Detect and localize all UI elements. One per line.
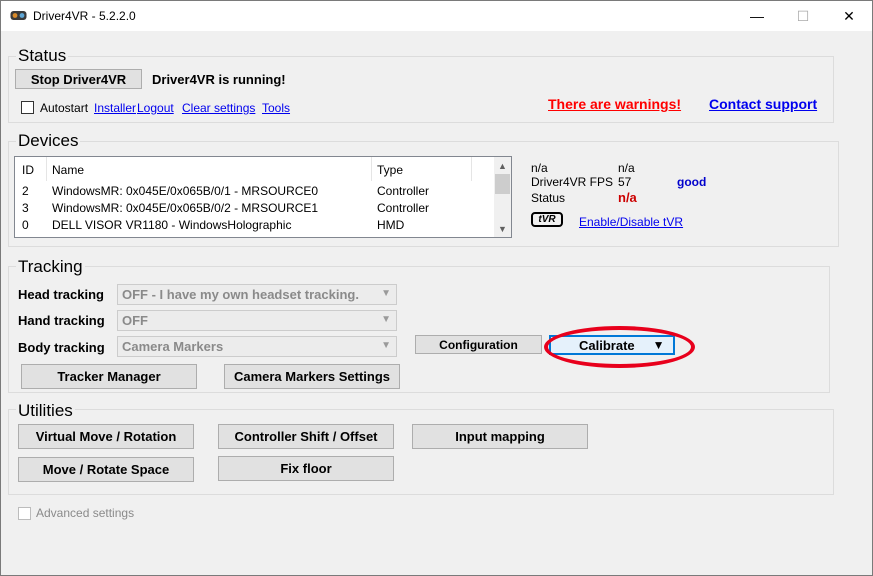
- autostart-label: Autostart: [40, 101, 89, 115]
- vr-headset-icon: [10, 11, 27, 20]
- body-tracking-select: Camera Markers ▼: [117, 336, 397, 357]
- device-name: DELL VISOR VR1180 - WindowsHolographic: [52, 218, 292, 232]
- enable-tvr-link[interactable]: Enable/Disable tVR: [579, 215, 683, 229]
- advanced-settings-label: Advanced settings: [36, 506, 135, 520]
- status-value: n/a: [618, 190, 637, 205]
- utilities-heading: Utilities: [16, 401, 75, 421]
- contact-support-link[interactable]: Contact support: [709, 96, 817, 112]
- tools-link[interactable]: Tools: [262, 101, 290, 115]
- scroll-thumb[interactable]: [495, 174, 510, 194]
- app-window: Driver4VR - 5.2.2.0 — ☐ ✕ Status Stop Dr…: [0, 0, 873, 576]
- running-status-text: Driver4VR is running!: [152, 72, 286, 87]
- input-mapping-button[interactable]: Input mapping: [412, 424, 588, 449]
- status-label: Status: [531, 191, 566, 205]
- scroll-up-icon[interactable]: ▲: [494, 157, 511, 174]
- body-tracking-value: Camera Markers: [122, 339, 224, 354]
- info-r1c1: n/a: [531, 161, 548, 175]
- calibrate-button[interactable]: Calibrate ▼: [549, 335, 675, 355]
- minimize-button[interactable]: —: [734, 1, 780, 31]
- device-id: 2: [22, 184, 29, 198]
- hand-tracking-value: OFF: [122, 313, 148, 328]
- fix-floor-button[interactable]: Fix floor: [218, 456, 394, 481]
- configuration-button[interactable]: Configuration: [415, 335, 542, 354]
- device-type: Controller: [377, 201, 430, 215]
- table-row[interactable]: 2 WindowsMR: 0x045E/0x065B/0/1 - MRSOURC…: [15, 183, 495, 200]
- device-name: WindowsMR: 0x045E/0x065B/0/1 - MRSOURCE0: [52, 184, 319, 198]
- device-id: 0: [22, 218, 29, 232]
- status-heading: Status: [16, 46, 69, 66]
- tvr-logo-icon: tVR: [531, 212, 563, 227]
- calibrate-label: Calibrate: [579, 337, 635, 353]
- head-tracking-select: OFF - I have my own headset tracking. ▼: [117, 284, 397, 305]
- warnings-link[interactable]: There are warnings!: [548, 96, 681, 112]
- stop-driver-button[interactable]: Stop Driver4VR: [15, 69, 142, 89]
- clear-settings-link[interactable]: Clear settings: [182, 101, 255, 115]
- device-name: WindowsMR: 0x045E/0x065B/0/2 - MRSOURCE1: [52, 201, 319, 215]
- controller-shift-button[interactable]: Controller Shift / Offset: [218, 424, 394, 449]
- advanced-settings-checkbox[interactable]: [18, 507, 31, 520]
- scroll-down-icon[interactable]: ▼: [494, 220, 511, 237]
- fps-quality: good: [677, 175, 707, 189]
- hand-tracking-label: Hand tracking: [18, 313, 105, 328]
- tvr-logo-text: tVR: [538, 213, 556, 225]
- window-title: Driver4VR - 5.2.2.0: [33, 9, 136, 23]
- device-id: 3: [22, 201, 29, 215]
- virtual-move-button[interactable]: Virtual Move / Rotation: [18, 424, 194, 449]
- devices-list-header: ID Name Type: [15, 157, 495, 181]
- installer-link[interactable]: Installer: [94, 101, 136, 115]
- tracking-heading: Tracking: [16, 257, 85, 277]
- column-name[interactable]: Name: [52, 163, 84, 177]
- close-button[interactable]: ✕: [826, 1, 872, 31]
- head-tracking-label: Head tracking: [18, 287, 104, 302]
- device-type: Controller: [377, 184, 430, 198]
- device-type: HMD: [377, 218, 405, 232]
- title-bar: Driver4VR - 5.2.2.0 — ☐ ✕: [1, 1, 872, 31]
- dropdown-arrow-icon: ▼: [652, 338, 665, 352]
- hand-tracking-select: OFF ▼: [117, 310, 397, 331]
- chevron-down-icon: ▼: [381, 314, 391, 325]
- info-r1c2: n/a: [618, 161, 635, 175]
- column-id[interactable]: ID: [22, 163, 34, 177]
- devices-list-scrollbar[interactable]: ▲ ▼: [494, 157, 511, 237]
- camera-markers-settings-button[interactable]: Camera Markers Settings: [224, 364, 400, 389]
- maximize-button[interactable]: ☐: [780, 1, 826, 31]
- utilities-group: [8, 409, 834, 495]
- autostart-checkbox[interactable]: [21, 101, 34, 114]
- chevron-down-icon: ▼: [381, 288, 391, 299]
- logout-link[interactable]: Logout: [137, 101, 174, 115]
- fps-value: 57: [618, 175, 632, 189]
- move-rotate-space-button[interactable]: Move / Rotate Space: [18, 457, 194, 482]
- devices-heading: Devices: [16, 131, 81, 151]
- chevron-down-icon: ▼: [381, 340, 391, 351]
- tracker-manager-button[interactable]: Tracker Manager: [21, 364, 197, 389]
- column-type[interactable]: Type: [377, 163, 403, 177]
- head-tracking-value: OFF - I have my own headset tracking.: [122, 287, 359, 302]
- fps-label: Driver4VR FPS: [531, 175, 614, 189]
- table-row[interactable]: 3 WindowsMR: 0x045E/0x065B/0/2 - MRSOURC…: [15, 200, 495, 217]
- table-row[interactable]: 0 DELL VISOR VR1180 - WindowsHolographic…: [15, 217, 495, 234]
- body-tracking-label: Body tracking: [18, 340, 105, 355]
- devices-list[interactable]: ID Name Type 2 WindowsMR: 0x045E/0x065B/…: [14, 156, 512, 238]
